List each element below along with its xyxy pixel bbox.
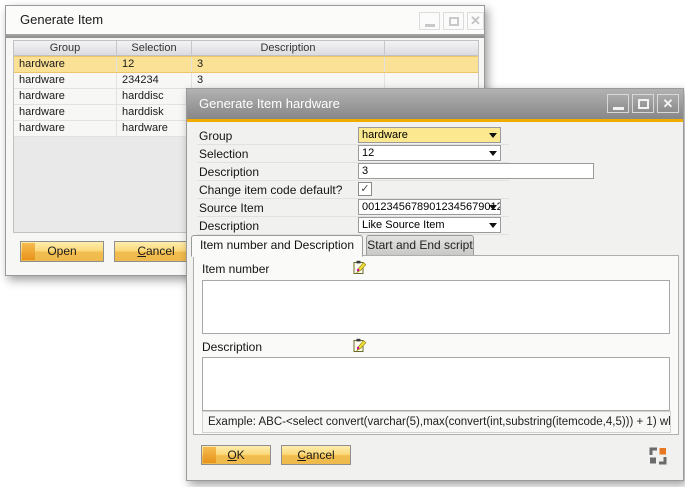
panel-description-label: Description [202,340,262,354]
column-header-empty [385,41,478,55]
column-header-group[interactable]: Group [14,41,117,55]
chevron-down-icon [489,205,497,210]
edit-script-icon[interactable] [351,337,368,354]
minimize-icon[interactable] [607,94,629,113]
tab-start-and-end-script[interactable]: Start and End script [366,235,474,256]
cell-selection[interactable]: harddisk [117,105,192,120]
description-label: Description [199,165,259,179]
accent-line [187,119,683,122]
source-item-combo[interactable]: 00123456789012345679012345 [358,199,501,215]
open-button[interactable]: Open [20,241,104,262]
description2-label: Description [199,219,259,233]
cell-group[interactable]: hardware [14,105,117,120]
maximize-icon[interactable] [632,94,654,113]
selection-combo[interactable]: 12 [358,145,501,161]
cell-group[interactable]: hardware [14,57,117,72]
close-icon[interactable]: ✕ [467,12,484,30]
detail-window-title: Generate Item hardware [199,96,340,111]
cell-group[interactable]: hardware [14,121,117,136]
column-header-selection[interactable]: Selection [117,41,192,55]
minimize-icon[interactable] [419,12,440,30]
cell-selection[interactable]: 12 [117,57,192,72]
chevron-down-icon [489,151,497,156]
source-item-label: Source Item [199,201,264,215]
chevron-down-icon [489,223,497,228]
cancel-button[interactable]: Cancel [281,445,351,465]
item-number-textarea[interactable] [202,280,670,334]
group-label: Group [199,129,232,143]
expand-form-icon[interactable] [649,447,667,465]
cell-group[interactable]: hardware [14,73,117,88]
close-icon[interactable]: ✕ [657,94,679,113]
description2-combo[interactable]: Like Source Item [358,217,501,233]
list-window-title: Generate Item [20,12,103,27]
cell-selection[interactable]: hardware [117,121,192,136]
column-header-description[interactable]: Description [192,41,385,55]
tab-item-number-and-description[interactable]: Item number and Description [191,235,363,257]
table-row[interactable]: hardware 12 3 [14,56,478,73]
table-row[interactable]: hardware 234234 3 [14,73,478,89]
change-item-code-label: Change item code default? [199,183,342,197]
edit-script-icon[interactable] [351,259,368,276]
description-input[interactable]: 3 [358,163,594,179]
list-window-titlebar[interactable]: Generate Item [6,6,484,34]
desktop: Generate Item ✕ Group Selection Descript… [0,0,685,487]
generate-item-detail-window: Generate Item hardware ✕ Group hardware … [186,88,684,481]
table-header-row: Group Selection Description [14,41,478,56]
group-combo[interactable]: hardware [358,127,501,143]
cell-selection[interactable]: harddisc [117,89,192,104]
tab-panel: Item number Description Example: ABC-<se… [193,255,679,435]
titlebar-separator [6,34,484,38]
ok-button[interactable]: OK [201,445,271,465]
maximize-icon[interactable] [443,12,464,30]
cell-description[interactable]: 3 [192,57,385,72]
cell-description[interactable]: 3 [192,73,385,88]
chevron-down-icon [489,133,497,138]
change-item-code-checkbox[interactable]: ✓ [358,182,372,196]
cell-group[interactable]: hardware [14,89,117,104]
example-hint-text: Example: ABC-<select convert(varchar(5),… [202,411,671,433]
selection-label: Selection [199,147,248,161]
cell-selection[interactable]: 234234 [117,73,192,88]
item-number-label: Item number [202,262,269,276]
panel-description-textarea[interactable] [202,357,670,411]
